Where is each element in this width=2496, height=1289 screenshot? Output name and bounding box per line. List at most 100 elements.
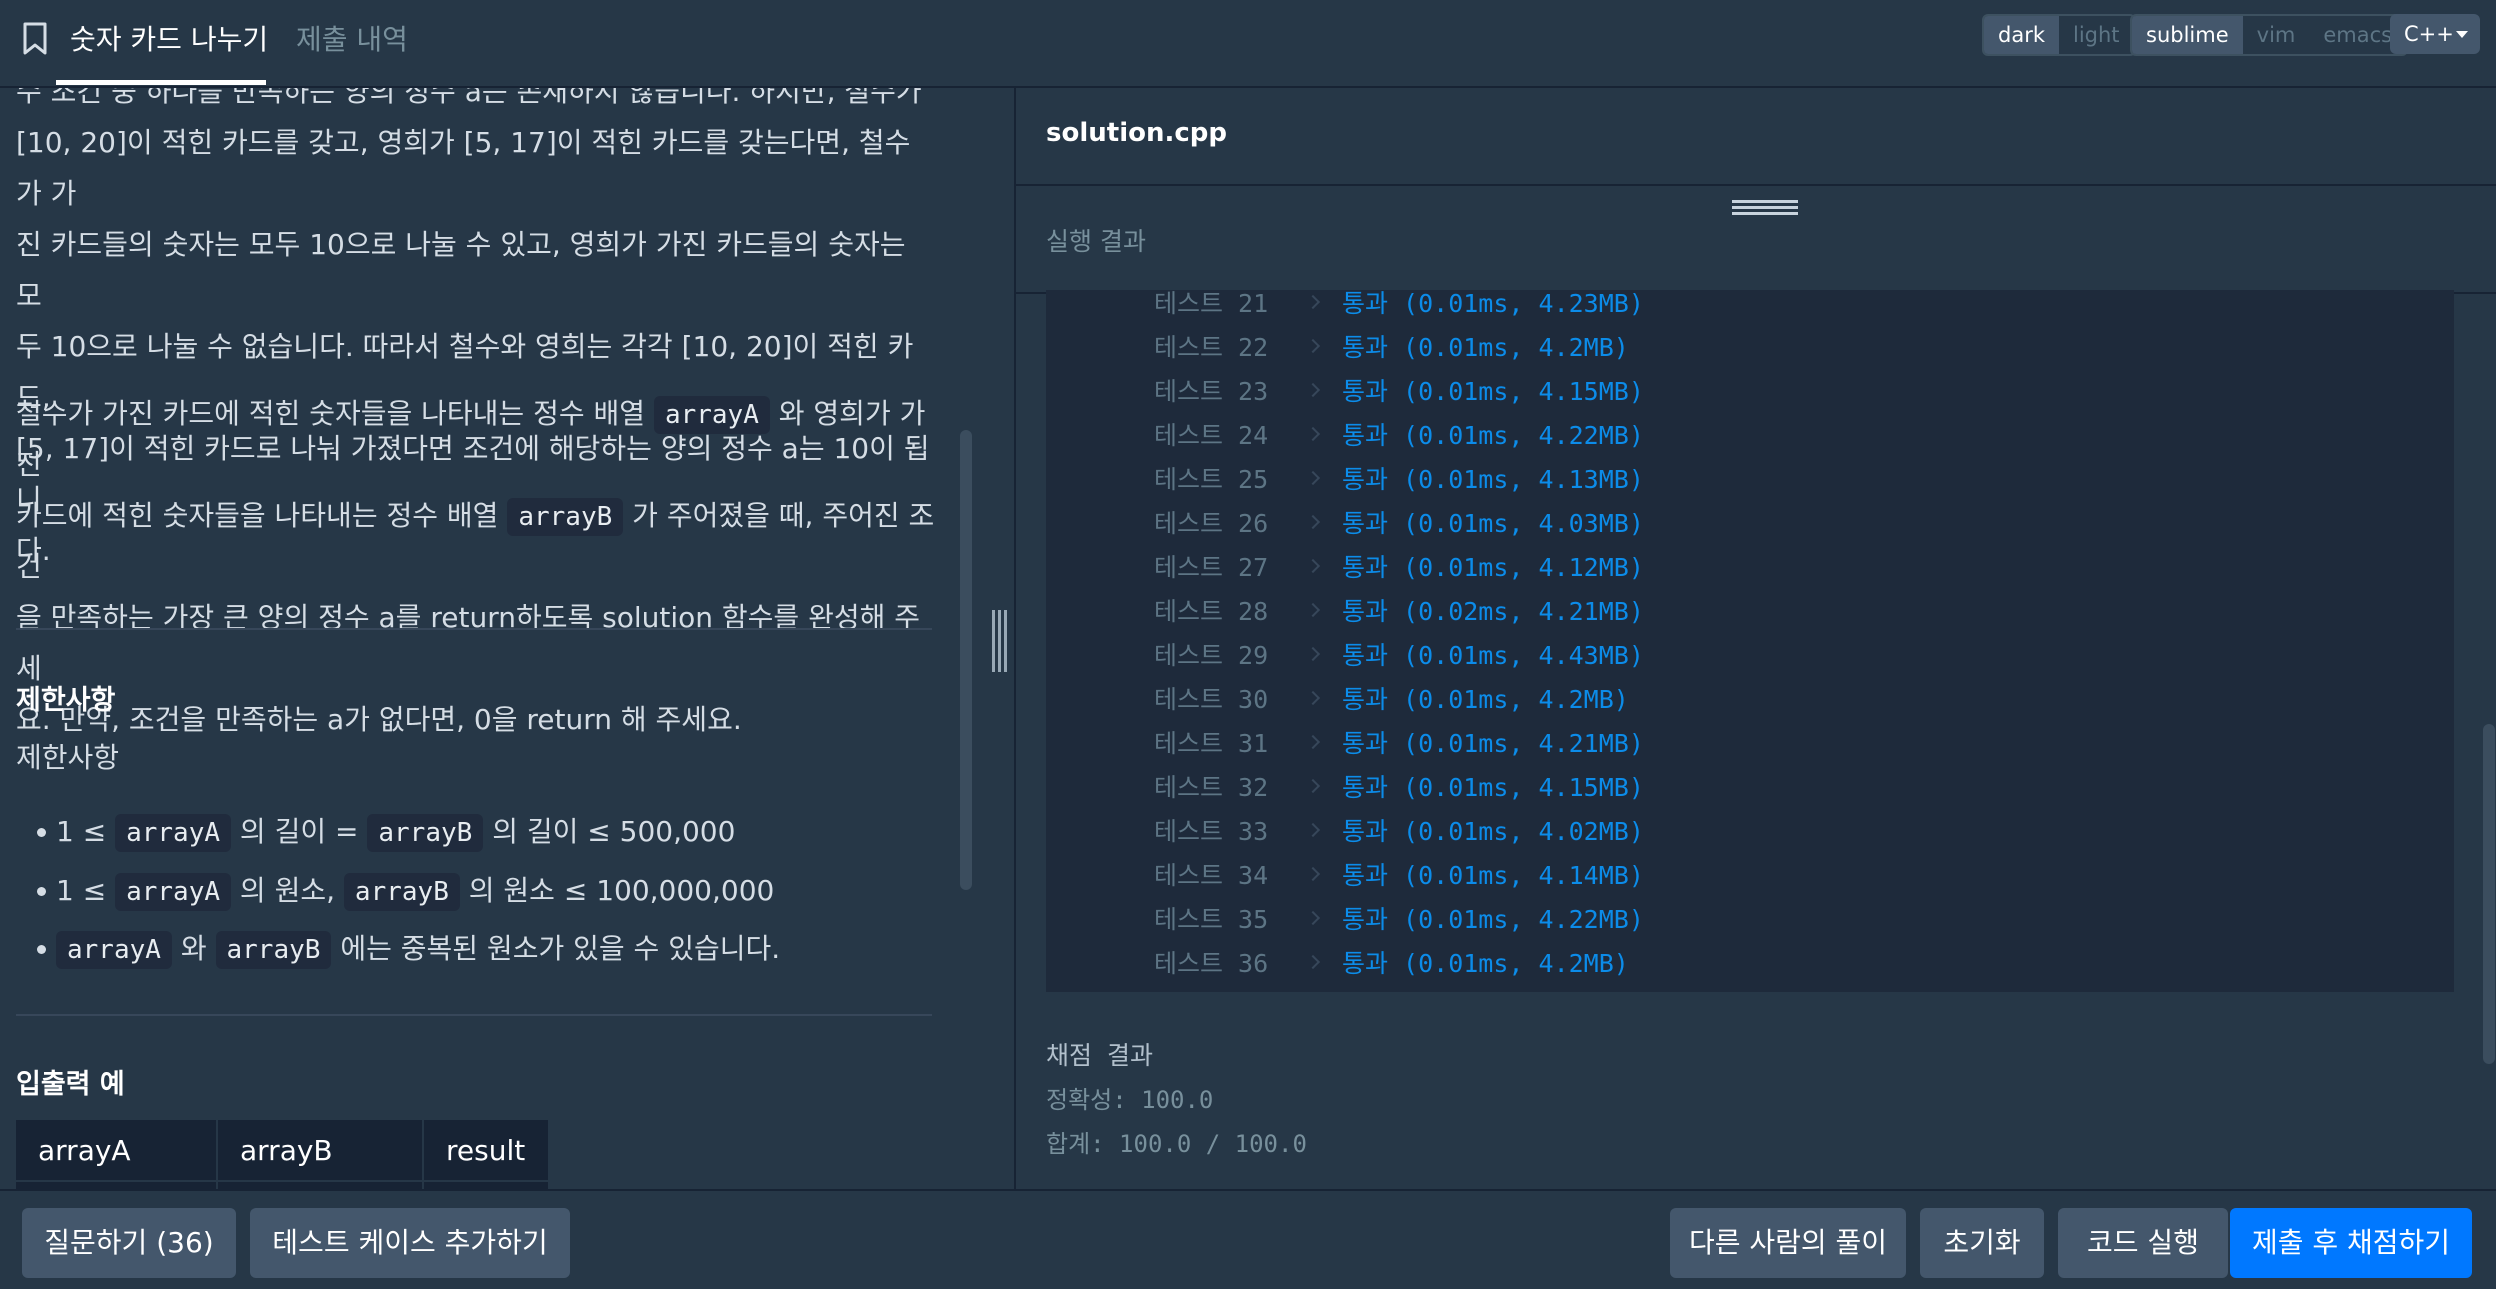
test-result-row: 테스트 21 통과 (0.01ms, 4.23MB) <box>1046 290 2454 326</box>
test-label: 테스트 22 <box>1154 333 1269 362</box>
text-span: 에는 중복된 원소가 있을 수 있습니다. <box>340 932 781 965</box>
test-result: 통과 (0.01ms, 4.23MB) <box>1342 290 1644 318</box>
test-results-console[interactable]: 테스트 21 통과 (0.01ms, 4.23MB) 테스트 22 통과 (0.01m… <box>1046 290 2454 992</box>
run-code-button[interactable]: 코드 실행 <box>2058 1208 2228 1278</box>
bookmark-icon[interactable] <box>22 22 48 56</box>
language-select-value: C++ <box>2404 22 2454 46</box>
test-result-row: 테스트 36 통과 (0.01ms, 4.2MB) <box>1046 942 2454 986</box>
accuracy-score: 정확성: 100.0 <box>1046 1086 1214 1114</box>
test-label: 테스트 23 <box>1154 377 1269 406</box>
others-solutions-button[interactable]: 다른 사람의 풀이 <box>1670 1208 1906 1278</box>
test-result-row: 테스트 32 통과 (0.01ms, 4.15MB) <box>1046 766 2454 810</box>
test-result: 통과 (0.01ms, 4.02MB) <box>1342 817 1644 846</box>
chevron-right-icon <box>1305 954 1321 970</box>
score-result-title: 채점 결과 <box>1046 1041 1154 1070</box>
test-result: 통과 (0.01ms, 4.2MB) <box>1342 333 1629 362</box>
description-paragraph-2: 철수가 가진 카드에 적힌 숫자들을 나타내는 정수 배열 arrayA 와 영… <box>16 388 936 745</box>
text-span: 철수가 가진 카드에 적힌 숫자들을 나타내는 정수 배열 <box>16 397 646 430</box>
test-result-row: 테스트 24 통과 (0.01ms, 4.22MB) <box>1046 414 2454 458</box>
test-label: 테스트 35 <box>1154 905 1269 934</box>
test-label: 테스트 33 <box>1154 817 1269 846</box>
editor-filename: solution.cpp <box>1046 118 1227 148</box>
theme-toggle: dark light <box>1982 14 2136 56</box>
chevron-right-icon <box>1305 602 1321 618</box>
theme-light-option[interactable]: light <box>2059 16 2134 54</box>
test-result: 통과 (0.01ms, 4.14MB) <box>1342 861 1644 890</box>
chevron-right-icon <box>1305 558 1321 574</box>
chevron-right-icon <box>1305 470 1321 486</box>
active-tab-indicator <box>56 80 266 85</box>
io-example-table: arrayA arrayB result <box>16 1120 550 1189</box>
divider <box>16 628 932 630</box>
constraints-heading: 제한사항 <box>16 685 116 716</box>
tab-submissions[interactable]: 제출 내역 <box>296 18 408 58</box>
drag-handle-icon[interactable] <box>1732 198 1798 216</box>
paragraph-line: 철수가 가진 카드에 적힌 숫자들을 나타내는 정수 배열 arrayA 와 영… <box>16 388 936 490</box>
results-scrollbar[interactable] <box>2483 724 2495 1064</box>
paragraph-line: 카드에 적힌 숫자들을 나타내는 정수 배열 arrayB 가 주어졌을 때, … <box>16 490 936 592</box>
paragraph-line: 요. 만약, 조건을 만족하는 a가 없다면, 0을 return 해 주세요. <box>16 703 742 736</box>
total-score: 합계: 100.0 / 100.0 <box>1046 1130 1307 1158</box>
text-span: 와 <box>180 932 207 965</box>
column-header: arrayB <box>217 1120 424 1181</box>
test-result: 통과 (0.01ms, 4.2MB) <box>1342 949 1629 978</box>
inline-code: arrayA <box>56 931 172 969</box>
test-label: 테스트 24 <box>1154 421 1269 450</box>
description-scrollbar[interactable] <box>960 430 972 890</box>
chevron-right-icon <box>1305 294 1321 310</box>
keymap-sublime-option[interactable]: sublime <box>2132 16 2243 54</box>
column-header: arrayA <box>16 1120 218 1181</box>
inline-code: arrayB <box>367 814 484 852</box>
test-result-row: 테스트 25 통과 (0.01ms, 4.13MB) <box>1046 458 2454 502</box>
pane-resize-handle[interactable] <box>990 610 1010 672</box>
test-result-row: 테스트 33 통과 (0.01ms, 4.02MB) <box>1046 810 2454 854</box>
test-label: 테스트 27 <box>1154 553 1269 582</box>
test-result: 통과 (0.01ms, 4.03MB) <box>1342 509 1644 538</box>
language-select[interactable]: C++ <box>2390 14 2480 54</box>
test-label: 테스트 36 <box>1154 949 1269 978</box>
test-result-row: 테스트 27 통과 (0.01ms, 4.12MB) <box>1046 546 2454 590</box>
paragraph-line: [10, 20]이 적힌 카드를 갖고, 영희가 [5, 17]이 적힌 카드를… <box>16 126 911 210</box>
test-label: 테스트 26 <box>1154 509 1269 538</box>
inline-code: arrayA <box>115 814 232 852</box>
test-result-row: 테스트 22 통과 (0.01ms, 4.2MB) <box>1046 326 2454 370</box>
chevron-right-icon <box>1305 426 1321 442</box>
test-result-row: 테스트 26 통과 (0.01ms, 4.03MB) <box>1046 502 2454 546</box>
test-result-row: 테스트 29 통과 (0.01ms, 4.43MB) <box>1046 634 2454 678</box>
top-navbar: 숫자 카드 나누기 제출 내역 dark light sublime vim e… <box>0 0 2496 88</box>
inline-code: arrayB <box>343 873 460 911</box>
test-result: 통과 (0.01ms, 4.2MB) <box>1342 685 1629 714</box>
theme-dark-option[interactable]: dark <box>1984 16 2059 54</box>
problem-description-panel[interactable]: 수 조건 중 하나를 만족하는 양의 정수 a는 존재하지 않습니다. 하지만,… <box>0 88 1000 1189</box>
chevron-right-icon <box>1305 734 1321 750</box>
constraints-subheading: 제한사항 <box>16 741 120 774</box>
text-span: 의 원소 ≤ 100,000,000 <box>468 874 775 907</box>
test-result-row: 테스트 30 통과 (0.01ms, 4.2MB) <box>1046 678 2454 722</box>
editor-result-pane: solution.cpp 실행 결과 테스트 21 통과 (0.01ms, 4.2… <box>1014 88 2496 1189</box>
chevron-right-icon <box>1305 646 1321 662</box>
text-span: 의 길이 = <box>239 815 359 848</box>
question-button[interactable]: 질문하기 (36) <box>22 1208 236 1278</box>
test-result: 통과 (0.01ms, 4.12MB) <box>1342 553 1644 582</box>
submit-button[interactable]: 제출 후 채점하기 <box>2230 1208 2472 1278</box>
keymap-vim-option[interactable]: vim <box>2243 16 2310 54</box>
add-testcase-button[interactable]: 테스트 케이스 추가하기 <box>250 1208 570 1278</box>
test-label: 테스트 21 <box>1154 290 1269 318</box>
tab-problem[interactable]: 숫자 카드 나누기 <box>70 18 268 58</box>
test-result: 통과 (0.01ms, 4.43MB) <box>1342 641 1644 670</box>
test-label: 테스트 32 <box>1154 773 1269 802</box>
test-result: 통과 (0.01ms, 4.22MB) <box>1342 421 1644 450</box>
chevron-right-icon <box>1305 866 1321 882</box>
test-label: 테스트 31 <box>1154 729 1269 758</box>
reset-button[interactable]: 초기화 <box>1920 1208 2044 1278</box>
text-span: 카드에 적힌 숫자들을 나타내는 정수 배열 <box>16 499 499 532</box>
chevron-right-icon <box>1305 778 1321 794</box>
text-span: 1 ≤ <box>56 874 107 907</box>
table-header-row: arrayA arrayB result <box>16 1120 550 1181</box>
test-result: 통과 (0.01ms, 4.15MB) <box>1342 773 1644 802</box>
test-result: 통과 (0.01ms, 4.22MB) <box>1342 905 1644 934</box>
chevron-right-icon <box>1305 910 1321 926</box>
io-example-heading: 입출력 예 <box>16 1069 125 1100</box>
paragraph-line: 진 카드들의 숫자는 모두 10으로 나눌 수 있고, 영희가 가진 카드들의 … <box>16 228 906 312</box>
chevron-right-icon <box>1305 822 1321 838</box>
